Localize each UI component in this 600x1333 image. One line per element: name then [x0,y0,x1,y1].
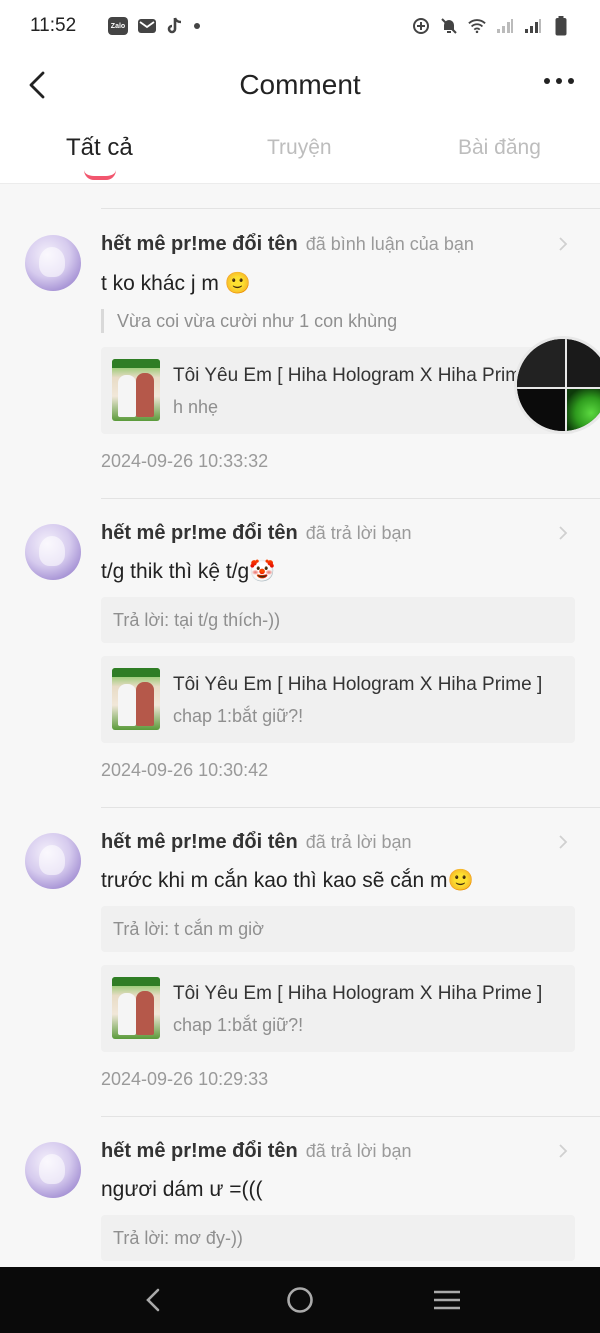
story-title: Tôi Yêu Em [ Hiha Hologram X Hiha Prime … [173,674,543,695]
system-icons [412,16,570,36]
wifi-icon [468,17,486,35]
tab-stories[interactable]: Truyện [267,136,332,160]
more-dot-icon [568,78,574,84]
comment-header: hết mê pr!me đổi tên đã trả lời bạn [101,1140,412,1163]
story-thumbnail [112,359,160,421]
story-chapter: h nhẹ [173,397,219,417]
list-item[interactable]: hết mê pr!me đổi tên đã trả lời bạn t/g t… [0,498,600,807]
comment-list[interactable]: hết mê pr!me đổi tên đã bình luận của bạn… [0,184,600,1267]
avatar[interactable] [25,1142,81,1198]
floating-bubble-button[interactable] [514,336,600,434]
timestamp: 2024-09-26 10:30:42 [101,760,269,780]
nav-home-icon [287,1287,313,1313]
list-item[interactable]: hết mê pr!me đổi tên đã bình luận của bạn… [0,184,600,498]
story-card[interactable]: Tôi Yêu Em [ Hiha Hologram X Hiha Prime … [101,965,575,1052]
story-title: Tôi Yêu Em [ Hiha Hologram X Hiha Prime … [173,365,543,386]
chevron-right-icon[interactable] [556,835,570,849]
username[interactable]: hết mê pr!me đổi tên [101,522,298,544]
chevron-right-icon[interactable] [556,237,570,251]
story-thumbnail [112,977,160,1039]
tab-posts[interactable]: Bài đăng [458,136,541,160]
nav-back-button[interactable] [133,1280,173,1320]
more-dot-icon [556,78,562,84]
comment-text: trước khi m cắn kao thì kao sẽ cắn m🙂 [101,869,474,892]
timestamp: 2024-09-26 10:29:33 [101,1069,269,1089]
page-title: Comment [239,69,361,100]
list-item[interactable]: hết mê pr!me đổi tên đã trả lời bạn trước… [0,807,600,1116]
signal-icon [524,17,542,35]
story-card[interactable]: Tôi Yêu Em [ Hiha Hologram X Hiha Prime … [101,656,575,743]
dot-icon [194,23,200,29]
story-chapter: chap 1:bắt giữ?! [173,706,304,726]
nav-home-button[interactable] [280,1280,320,1320]
battery-icon [552,16,570,36]
chevron-right-icon[interactable] [556,1144,570,1158]
comment-text: t/g thik thì kệ t/g🤡 [101,560,276,583]
reply-quote: Trả lời: tại t/g thích-)) [101,597,575,643]
list-item[interactable]: hết mê pr!me đổi tên đã trả lời bạn ngươi… [0,1116,600,1267]
comment-header: hết mê pr!me đổi tên đã bình luận của bạn [101,233,474,256]
avatar[interactable] [25,524,81,580]
system-nav-bar [0,1267,600,1333]
username[interactable]: hết mê pr!me đổi tên [101,831,298,853]
story-chapter: chap 1:bắt giữ?! [173,1015,304,1035]
timestamp: 2024-09-26 10:33:32 [101,451,269,471]
action-text: đã trả lời bạn [305,832,412,852]
story-card[interactable]: Tôi Yêu Em [ Hiha Hologram X Hiha Prime … [101,347,575,434]
mute-bell-icon [440,17,458,35]
avatar[interactable] [25,235,81,291]
reply-quote: Trả lời: mơ đy-)) [101,1215,575,1261]
reply-quote: Trả lời: t cắn m giờ [101,906,575,952]
comment-header: hết mê pr!me đổi tên đã trả lời bạn [101,831,412,854]
username[interactable]: hết mê pr!me đổi tên [101,233,298,255]
status-bar: 11:52 Zalo [0,0,600,52]
zalo-icon: Zalo [108,17,128,35]
avatar[interactable] [25,833,81,889]
back-arrow-icon [29,71,45,99]
action-text: đã trả lời bạn [305,523,412,543]
data-saver-icon [412,17,430,35]
nav-recents-icon [433,1290,460,1310]
comment-text: t ko khác j m 🙂 [101,272,251,295]
chevron-right-icon[interactable] [556,526,570,540]
signal-icon [496,17,514,35]
app-header: Comment [0,52,600,118]
story-thumbnail [112,668,160,730]
back-button[interactable] [22,68,52,102]
status-time: 11:52 [30,15,77,36]
action-text: đã trả lời bạn [305,1141,412,1161]
comment-text: ngươi dám ư =((( [101,1178,263,1201]
comment-header: hết mê pr!me đổi tên đã trả lời bạn [101,522,412,545]
nav-recents-button[interactable] [427,1280,467,1320]
more-dot-icon [544,78,550,84]
tiktok-icon [166,17,184,35]
tab-all[interactable]: Tất cả [66,134,133,162]
quoted-comment: Vừa coi vừa cười như 1 con khùng [101,309,397,333]
notification-icons: Zalo [108,17,200,35]
story-title: Tôi Yêu Em [ Hiha Hologram X Hiha Prime … [173,983,543,1004]
action-text: đã bình luận của bạn [305,234,474,254]
tab-bar: Tất cả Truyện Bài đăng [0,118,600,184]
more-options-button[interactable] [544,78,574,84]
gmail-icon [138,17,156,35]
username[interactable]: hết mê pr!me đổi tên [101,1140,298,1162]
active-tab-indicator [84,170,116,180]
nav-back-icon [146,1288,160,1312]
